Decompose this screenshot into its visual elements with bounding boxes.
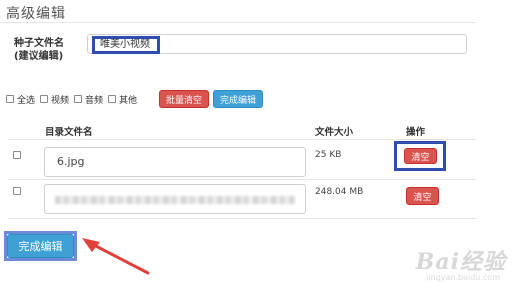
table-row-divider: [8, 218, 476, 219]
column-header-filesize: 文件大小: [315, 127, 354, 138]
column-header-filename: 目录文件名: [45, 127, 93, 138]
other-checkbox[interactable]: [108, 95, 117, 103]
table-header-divider: [8, 139, 476, 140]
title-divider: [0, 22, 476, 23]
seed-filename-label: 种子文件名 (建议编辑): [14, 37, 64, 63]
seed-filename-value[interactable]: 唯美小视频: [92, 36, 160, 54]
other-label: 其他: [119, 95, 138, 106]
seed-filename-label-line1: 种子文件名: [14, 38, 64, 49]
audio-checkbox[interactable]: [74, 95, 83, 103]
table-row-divider: [8, 179, 476, 180]
audio-label: 音频: [85, 95, 104, 106]
select-all-label: 全选: [17, 95, 36, 106]
select-all-checkbox[interactable]: [6, 95, 14, 103]
blurred-filename: [55, 196, 295, 204]
table-row-filename-input[interactable]: 6.jpg: [44, 147, 306, 177]
red-arrow-annotation: [82, 238, 150, 275]
clear-row-button[interactable]: 清空: [404, 148, 437, 164]
video-checkbox[interactable]: [40, 95, 49, 103]
filter-toolbar: 全选 视频 音频 其他: [6, 90, 142, 108]
clear-row-button[interactable]: 清空: [406, 187, 439, 205]
table-row-filesize: 25 KB: [315, 150, 342, 160]
row-checkbox[interactable]: [13, 151, 21, 159]
table-row-filesize: 248.04 MB: [315, 187, 364, 197]
finish-edit-button-top[interactable]: 完成编辑: [213, 90, 263, 108]
table-row-filename: 6.jpg: [57, 155, 85, 168]
table-row-filename-input[interactable]: [44, 184, 306, 214]
column-header-action: 操作: [406, 127, 426, 138]
video-label: 视频: [51, 95, 70, 106]
row-checkbox[interactable]: [13, 187, 21, 195]
page-title: 高级编辑: [6, 6, 66, 22]
finish-edit-button[interactable]: 完成编辑: [7, 234, 74, 258]
watermark: Bai经验: [415, 249, 506, 275]
seed-filename-label-line2: (建议编辑): [14, 51, 64, 62]
watermark-subtext: jingyan.baidu.com: [426, 273, 500, 282]
bulk-clear-button[interactable]: 批量清空: [159, 90, 209, 108]
